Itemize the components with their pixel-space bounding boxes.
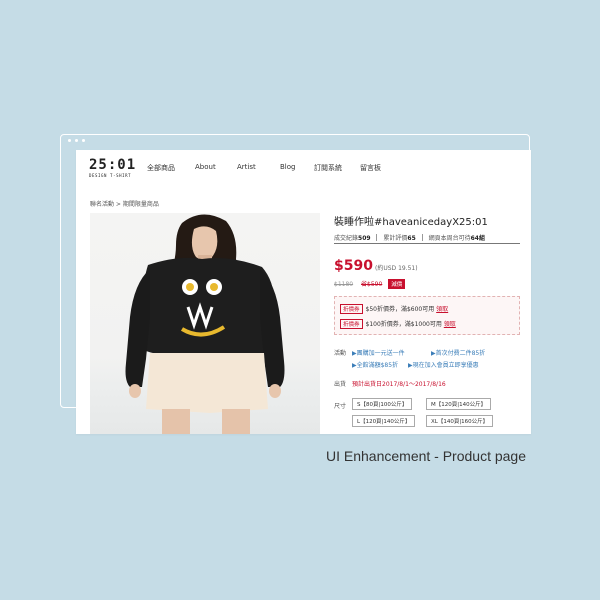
- nav-about[interactable]: About: [195, 163, 216, 171]
- size-label: 尺寸: [334, 403, 347, 410]
- event-link-1[interactable]: ▶團購加一元送一件: [352, 348, 405, 357]
- event-link-2[interactable]: ▶首次付費二件85折: [431, 348, 485, 357]
- sale-price: $590: [334, 258, 373, 274]
- stock-value: 64組: [470, 235, 485, 242]
- top-navigation: 25:01 DESIGN T-SHIRT 全部商品 About Artist B…: [76, 150, 531, 190]
- coupon-tag: 折價券: [340, 304, 363, 314]
- event-link-3[interactable]: ▶全館滿額$85折: [352, 360, 398, 369]
- window-dot: [68, 139, 71, 142]
- coupon-row: 折價券 $100折價券，滿$1000可用 領取: [340, 319, 456, 329]
- coupon-row: 折價券 $50折價券，滿$600可用 領取: [340, 304, 448, 314]
- nav-blog[interactable]: Blog: [280, 163, 295, 171]
- nav-subscription[interactable]: 訂閱系統: [314, 163, 342, 173]
- logo-subtext: DESIGN T-SHIRT: [89, 173, 132, 178]
- product-title: 裝睡作啦#haveanicedayX25:01: [334, 217, 488, 228]
- window-controls: [68, 139, 85, 142]
- logo-text: 25:01: [89, 157, 137, 173]
- shipping-date: 預計出貨日2017/8/1～2017/8/16: [352, 381, 446, 388]
- brand-logo[interactable]: 25:01 DESIGN T-SHIRT: [89, 158, 135, 182]
- original-price: $1180: [334, 281, 354, 288]
- product-page-card: 25:01 DESIGN T-SHIRT 全部商品 About Artist B…: [76, 150, 531, 434]
- size-option-m[interactable]: M【120頁|140公斤】: [426, 398, 492, 410]
- shipping-label: 出貨: [334, 381, 347, 388]
- title-divider: [334, 243, 520, 244]
- coupon-text: $50折價券，滿$600可用: [365, 306, 435, 313]
- original-price-row: $1180 省$590 減價: [334, 279, 406, 289]
- coupon-text: $100折價券，滿$1000可用: [365, 321, 442, 328]
- savings: 省$590: [361, 281, 383, 288]
- stats-divider: [376, 234, 378, 241]
- nav-artist[interactable]: Artist: [237, 163, 256, 171]
- stats-divider: [421, 234, 423, 241]
- claim-coupon-link[interactable]: 領取: [444, 321, 456, 328]
- size-option-l[interactable]: L【120頁|140公斤】: [352, 415, 416, 427]
- promo-badge: 減價: [388, 279, 406, 289]
- nav-message-board[interactable]: 留言板: [360, 163, 381, 173]
- claim-coupon-link[interactable]: 領取: [436, 306, 448, 313]
- usd-price: (約USD 19.51): [375, 265, 418, 272]
- product-stats: 成交紀錄509 累計評價65 網頁本周台可待64組: [334, 233, 485, 242]
- size-option-s[interactable]: S【80頁|100公斤】: [352, 398, 413, 410]
- product-photo[interactable]: [90, 213, 320, 434]
- review-value[interactable]: 65: [407, 235, 415, 242]
- review-label: 累計評價: [383, 235, 408, 242]
- model-illustration: [125, 214, 285, 434]
- events-label: 活動: [334, 350, 347, 357]
- sold-value: 509: [358, 235, 371, 242]
- window-dot: [82, 139, 85, 142]
- coupon-box: 折價券 $50折價券，滿$600可用 領取 折價券 $100折價券，滿$1000可用…: [334, 296, 520, 335]
- size-option-xl[interactable]: XL【140頁|160公斤】: [426, 415, 494, 427]
- sold-label: 成交紀錄: [334, 235, 359, 242]
- slide-caption: UI Enhancement - Product page: [326, 448, 527, 464]
- breadcrumb[interactable]: 聯名活動 > 期間限量商品: [90, 199, 159, 208]
- stock-label: 網頁本周台可待: [428, 235, 471, 242]
- window-dot: [75, 139, 78, 142]
- event-link-4[interactable]: ▶現在加入會員立即享優惠: [408, 360, 479, 369]
- coupon-tag: 折價券: [340, 319, 363, 329]
- nav-all-products[interactable]: 全部商品: [147, 163, 175, 173]
